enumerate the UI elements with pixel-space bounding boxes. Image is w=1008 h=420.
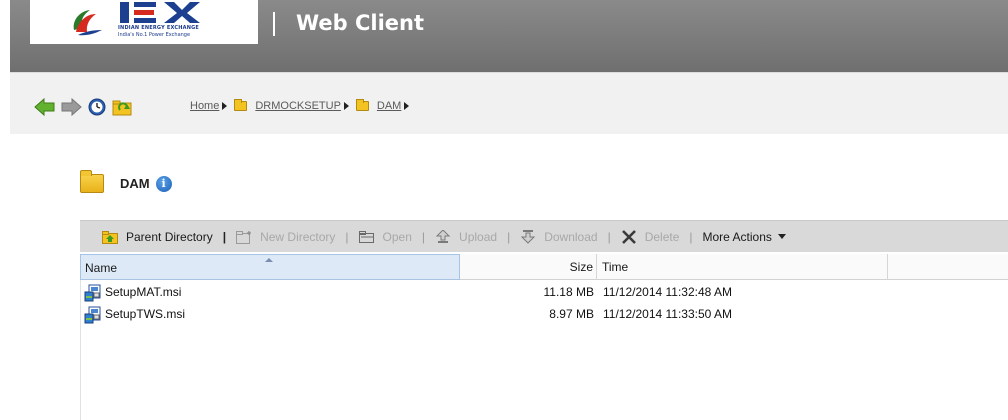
history-clock-icon[interactable]	[86, 98, 108, 116]
caret-down-icon	[777, 234, 786, 239]
column-size-label: Size	[569, 260, 593, 274]
upload-label: Upload	[459, 229, 498, 244]
folder-name: DAM	[120, 176, 150, 191]
forward-arrow-icon[interactable]	[60, 98, 82, 116]
toolbar-separator: |	[345, 229, 349, 244]
app-title: Web Client	[296, 11, 425, 35]
toolbar-separator: |	[689, 229, 693, 244]
navigation-bar: Home DRMOCKSETUP DAM	[10, 72, 1008, 134]
breadcrumb: Home DRMOCKSETUP DAM	[190, 96, 414, 116]
table-row[interactable]: SetupMAT.msi 11.18 MB 11/12/2014 11:32:4…	[80, 282, 1008, 304]
info-icon[interactable]: i	[155, 175, 172, 192]
new-directory-button[interactable]: New Directory	[236, 230, 335, 244]
folder-icon	[234, 99, 248, 111]
refresh-folder-icon[interactable]	[112, 98, 134, 116]
parent-directory-button[interactable]: Parent Directory	[102, 230, 213, 244]
upload-button[interactable]: Upload	[435, 229, 498, 244]
file-name: SetupMAT.msi	[105, 285, 182, 299]
more-actions-label: More Actions	[702, 229, 772, 244]
header-divider	[273, 12, 275, 36]
iex-swoosh-logo-icon	[73, 10, 102, 36]
iex-logo[interactable]: INDIAN ENERGY EXCHANGE India's No.1 Powe…	[30, 0, 258, 44]
upload-icon	[435, 229, 451, 243]
more-actions-dropdown[interactable]: More Actions	[703, 230, 786, 244]
file-size: 8.97 MB	[549, 307, 594, 321]
file-toolbar: Parent Directory | New Directory | Open …	[80, 220, 1008, 252]
breadcrumb-arrow-icon	[404, 102, 410, 110]
download-button[interactable]: Download	[520, 229, 598, 244]
folder-icon	[355, 99, 369, 111]
parent-directory-label: Parent Directory	[126, 229, 213, 244]
delete-x-icon	[621, 229, 636, 244]
breadcrumb-arrow-icon	[222, 102, 228, 110]
delete-label: Delete	[644, 229, 680, 244]
current-folder-heading: DAM i	[80, 170, 172, 193]
iex-wordmark	[120, 2, 200, 23]
msi-installer-icon	[84, 284, 101, 302]
new-directory-icon	[236, 230, 252, 244]
file-table-header: Name Size Time	[80, 254, 1008, 280]
file-size: 11.18 MB	[543, 285, 594, 299]
open-button[interactable]: Open	[358, 229, 412, 244]
folder-icon	[80, 170, 104, 193]
open-folder-icon	[358, 230, 374, 243]
breadcrumb-drmocksetup[interactable]: DRMOCKSETUP	[255, 100, 341, 112]
toolbar-separator: |	[607, 229, 611, 244]
sort-ascending-icon	[265, 258, 273, 262]
app-header: INDIAN ENERGY EXCHANGE India's No.1 Powe…	[10, 0, 1008, 72]
logo-subtagline: India's No.1 Power Exchange	[118, 32, 191, 38]
file-time: 11/12/2014 11:33:50 AM	[603, 307, 732, 321]
table-row[interactable]: SetupTWS.msi 8.97 MB 11/12/2014 11:33:50…	[80, 304, 1008, 326]
back-arrow-icon[interactable]	[34, 98, 56, 116]
column-name-label: Name	[85, 261, 118, 275]
breadcrumb-arrow-icon	[343, 102, 349, 110]
column-header-time[interactable]: Time	[597, 254, 888, 280]
msi-installer-icon	[84, 306, 101, 324]
toolbar-separator: |	[222, 229, 227, 244]
download-icon	[520, 229, 536, 244]
file-name: SetupTWS.msi	[105, 307, 186, 321]
breadcrumb-home[interactable]: Home	[190, 100, 219, 112]
column-header-name[interactable]: Name	[80, 254, 460, 280]
toolbar-separator: |	[507, 229, 511, 244]
logo-tagline: INDIAN ENERGY EXCHANGE	[118, 25, 199, 31]
column-time-label: Time	[602, 260, 629, 274]
open-label: Open	[382, 229, 412, 244]
file-time: 11/12/2014 11:32:48 AM	[603, 285, 732, 299]
delete-button[interactable]: Delete	[621, 229, 680, 244]
column-header-size[interactable]: Size	[460, 254, 597, 280]
toolbar-separator: |	[421, 229, 426, 244]
parent-directory-icon	[102, 230, 118, 244]
breadcrumb-dam[interactable]: DAM	[377, 100, 401, 112]
new-directory-label: New Directory	[260, 229, 336, 244]
file-list: SetupMAT.msi 11.18 MB 11/12/2014 11:32:4…	[80, 282, 1008, 326]
download-label: Download	[544, 229, 598, 244]
